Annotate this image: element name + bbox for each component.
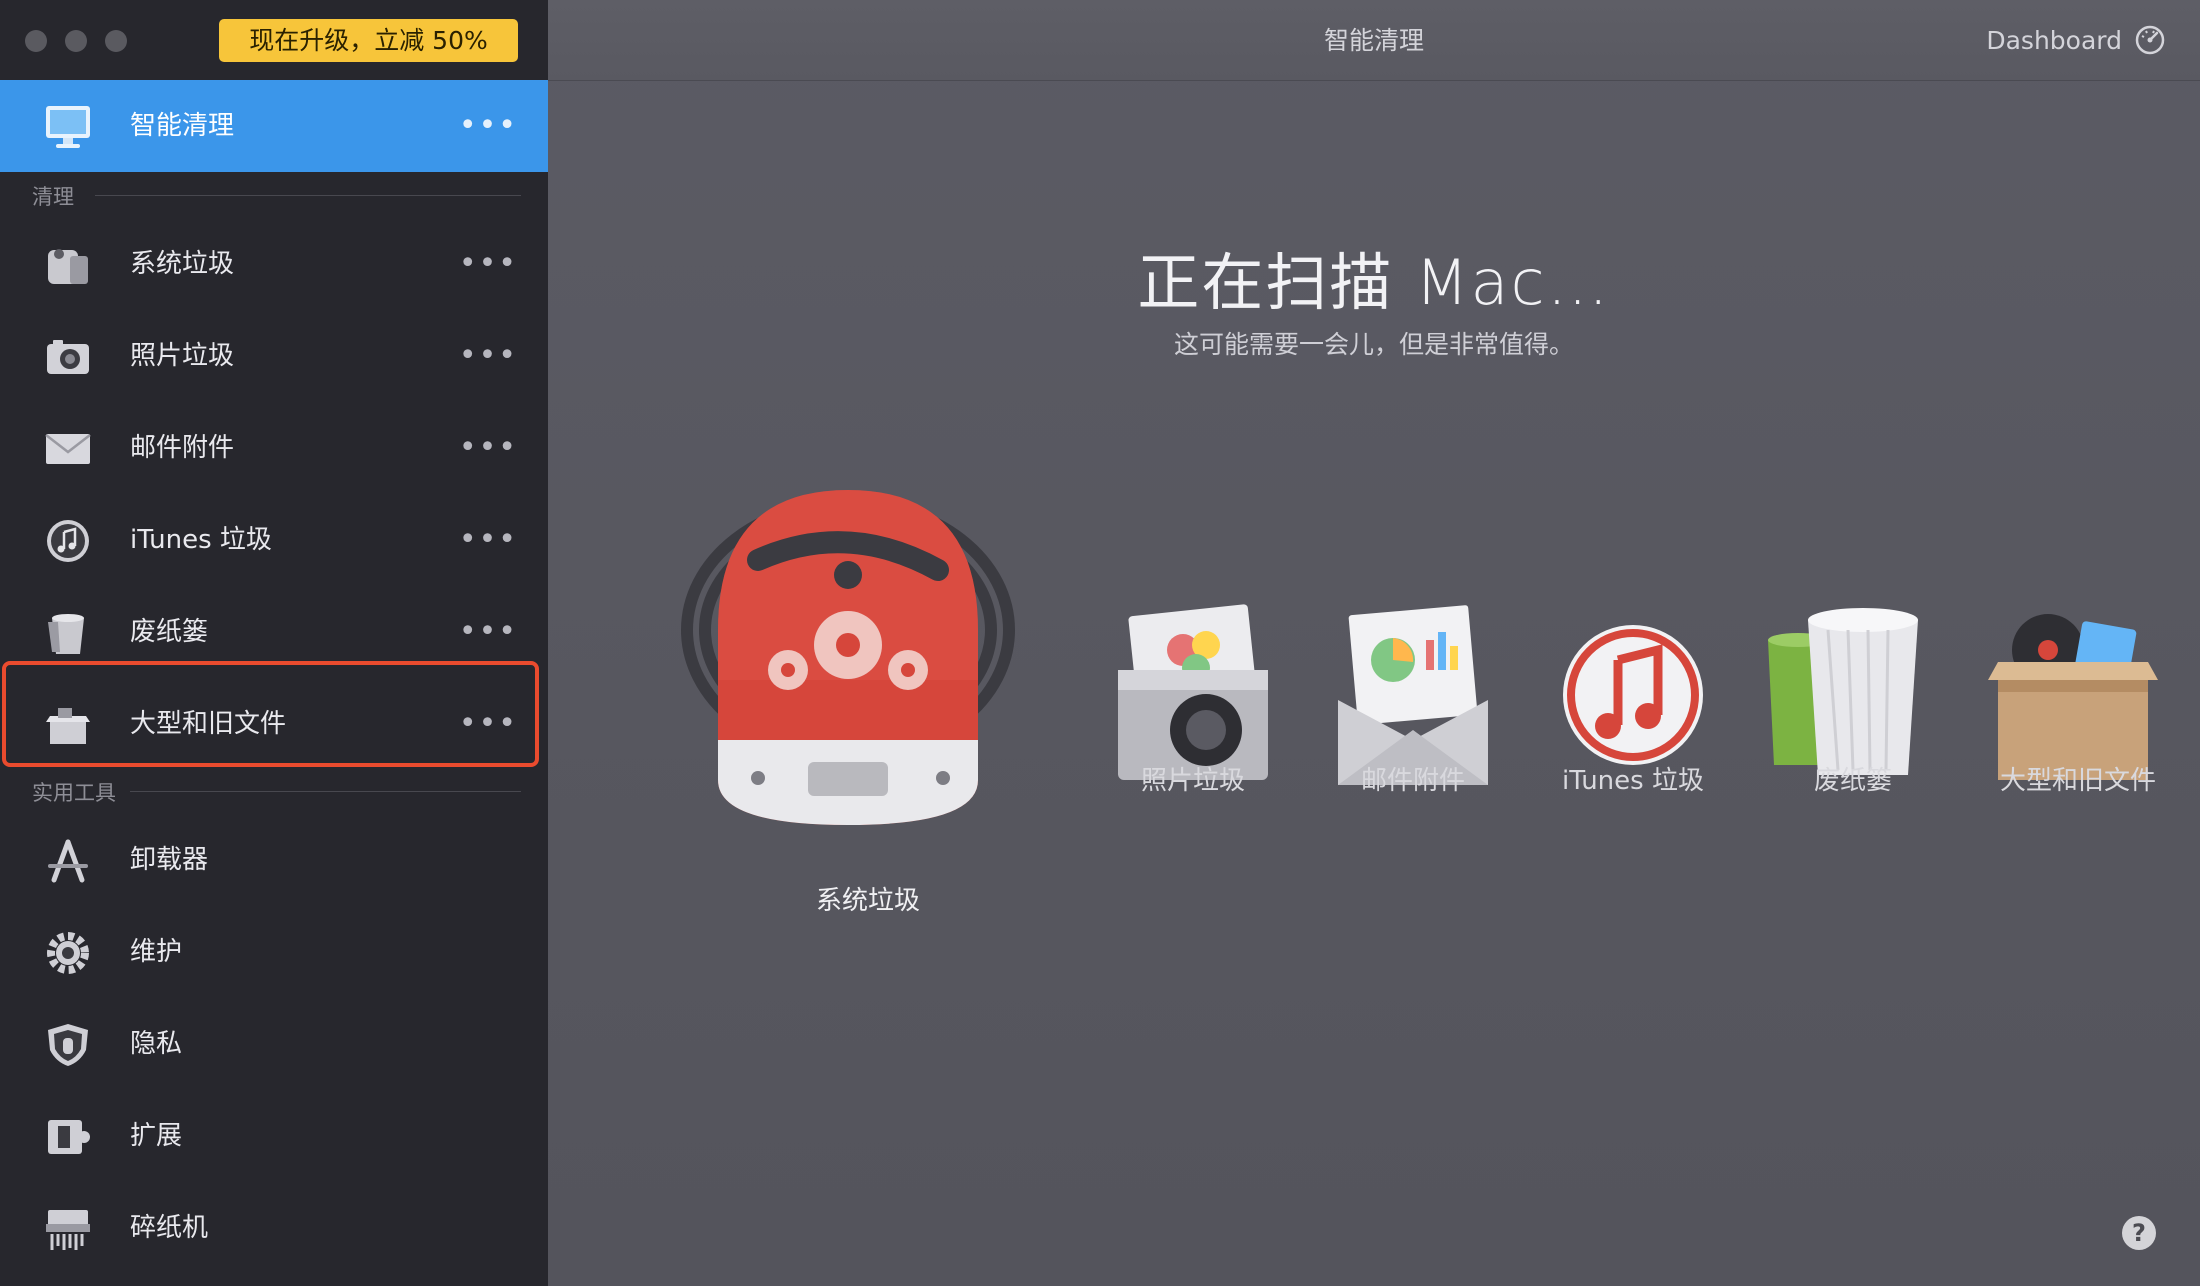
more-options-button[interactable]: ••• [459, 494, 518, 586]
music-note-icon [44, 518, 92, 564]
sidebar-item-label: 系统垃圾 [130, 249, 235, 279]
category-label: 照片垃圾 [1140, 766, 1245, 796]
sidebar-item-maintenance[interactable]: 维护 [0, 906, 548, 998]
gear-icon [44, 930, 92, 976]
page-title: 智能清理 [1323, 26, 1424, 55]
section-header-tools: 实用工具 [32, 781, 116, 805]
more-options-button[interactable]: ••• [459, 402, 518, 494]
sidebar-item-label: 维护 [130, 937, 183, 967]
section-divider [95, 195, 521, 196]
sidebar-item-privacy[interactable]: 隐私 [0, 998, 548, 1090]
scan-subtitle: 这可能需要一会儿，但是非常值得。 [1173, 330, 1574, 359]
system-junk-icon [44, 242, 92, 288]
sidebar: 现在升级，立减 50% 智能清理 ••• 清理 系统垃圾 ••• 照片垃圾 ••… [0, 0, 548, 1286]
sidebar-item-extensions[interactable]: 扩展 [0, 1090, 548, 1182]
help-button[interactable]: ? [2122, 1216, 2156, 1250]
camera-icon [44, 334, 92, 380]
close-window-button[interactable] [25, 30, 47, 52]
sidebar-item-smart-clean[interactable]: 智能清理 ••• [0, 80, 548, 172]
scan-heading: 正在扫描 Mac… [1137, 246, 1611, 319]
section-divider [130, 791, 521, 792]
shredder-icon [44, 1206, 92, 1252]
vacuum-cleaner-icon [681, 490, 1015, 825]
extension-icon [44, 1114, 92, 1160]
zoom-window-button[interactable] [105, 30, 127, 52]
main-titlebar: 智能清理 Dashboard [548, 0, 2200, 81]
trash-icon [44, 610, 92, 656]
sidebar-item-label: 照片垃圾 [130, 341, 235, 371]
monitor-icon [44, 104, 92, 150]
sidebar-item-uninstaller[interactable]: 卸载器 [0, 814, 548, 906]
speedometer-icon [2135, 25, 2165, 55]
category-label: iTunes 垃圾 [1562, 766, 1704, 796]
sidebar-item-label: 邮件附件 [130, 433, 235, 463]
sidebar-item-label: 碎纸机 [130, 1213, 209, 1243]
vacuum-label: 系统垃圾 [815, 886, 920, 916]
main-panel: 智能清理 Dashboard 正在扫描 Mac… 这可能需要一会儿，但是非常值得… [548, 0, 2200, 1286]
sidebar-item-mail-attachments[interactable]: 邮件附件 ••• [0, 402, 548, 494]
sidebar-item-itunes-junk[interactable]: iTunes 垃圾 ••• [0, 494, 548, 586]
sidebar-item-system-junk[interactable]: 系统垃圾 ••• [0, 218, 548, 310]
more-options-button[interactable]: ••• [459, 80, 518, 172]
sidebar-item-label: iTunes 垃圾 [130, 525, 272, 555]
sidebar-item-label: 扩展 [130, 1121, 183, 1151]
category-label: 邮件附件 [1360, 766, 1465, 796]
section-header-clean: 清理 [32, 185, 74, 209]
category-label: 大型和旧文件 [1999, 766, 2156, 796]
dashboard-label: Dashboard [1986, 25, 2122, 55]
dashboard-button[interactable]: Dashboard [1986, 20, 2166, 60]
sidebar-item-shredder[interactable]: 碎纸机 [0, 1182, 548, 1274]
category-label: 废纸篓 [1813, 766, 1892, 796]
more-options-button[interactable]: ••• [459, 218, 518, 310]
window-titlebar: 现在升级，立减 50% [0, 0, 548, 80]
sidebar-item-label: 智能清理 [130, 111, 235, 141]
upgrade-promo-button[interactable]: 现在升级，立减 50% [219, 19, 518, 62]
sidebar-item-label: 隐私 [130, 1029, 183, 1059]
shield-hand-icon [44, 1022, 92, 1068]
more-options-button[interactable]: ••• [459, 310, 518, 402]
uninstaller-icon [44, 838, 92, 884]
highlight-annotation-box [2, 661, 539, 767]
sidebar-item-photo-junk[interactable]: 照片垃圾 ••• [0, 310, 548, 402]
minimize-window-button[interactable] [65, 30, 87, 52]
envelope-icon [44, 426, 92, 472]
sidebar-item-label: 卸载器 [130, 845, 209, 875]
